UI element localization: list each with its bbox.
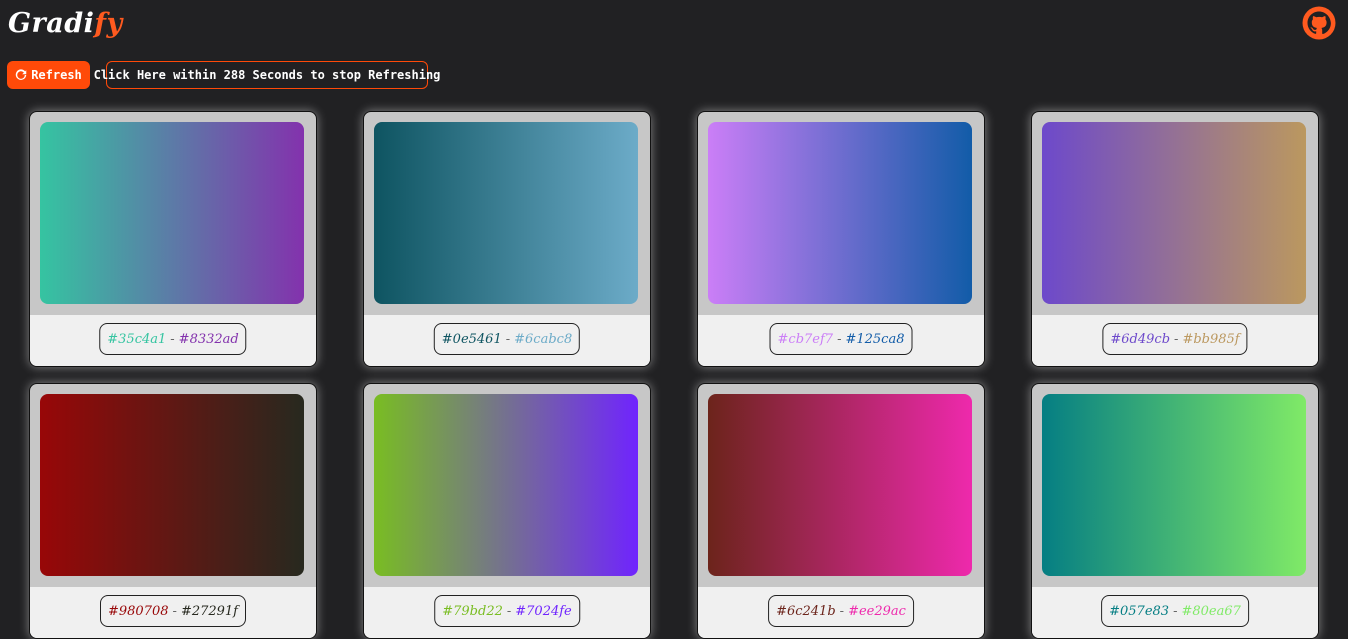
gradient-code-separator: -	[170, 331, 175, 347]
gradient-to-code: #80ea67	[1181, 603, 1241, 619]
gradient-to-code: #7024fe	[515, 603, 572, 619]
gradient-card-footer: #057e83- #80ea67	[1032, 587, 1318, 638]
gradient-code-separator: -	[1174, 331, 1179, 347]
gradient-from-code: #980708	[108, 603, 169, 619]
gradient-to-code: #ee29ac	[848, 603, 906, 619]
gradient-code-separator: -	[837, 331, 842, 347]
gradient-card[interactable]: #79bd22- #7024fe	[363, 383, 651, 639]
gradient-code-button[interactable]: #057e83- #80ea67	[1101, 595, 1249, 627]
gradient-code-button[interactable]: #6d49cb - #bb985f	[1102, 323, 1248, 355]
gradient-code-separator: -	[839, 603, 845, 619]
gradient-swatch[interactable]	[708, 394, 972, 576]
gradient-card-footer: #cb7ef7- #125ca8	[698, 315, 984, 366]
gradient-card-footer: #6c241b - #ee29ac	[698, 587, 984, 638]
gradient-from-code: #cb7ef7	[777, 331, 834, 347]
gradient-card-footer: #0e5461- #6cabc8	[364, 315, 650, 366]
gradient-code-button[interactable]: #cb7ef7- #125ca8	[769, 323, 913, 355]
gradient-card[interactable]: #cb7ef7- #125ca8	[697, 111, 985, 367]
gradient-card-footer: #79bd22- #7024fe	[364, 587, 650, 638]
gradient-swatch[interactable]	[1042, 122, 1306, 304]
gradient-swatch[interactable]	[374, 122, 638, 304]
logo-text-main: Gradi	[8, 8, 95, 39]
gradient-from-code: #35c4a1	[107, 331, 167, 347]
gradient-from-code: #79bd22	[442, 603, 503, 619]
stop-refresh-button[interactable]: Click Here within 288 Seconds to stop Re…	[94, 61, 440, 89]
gradient-code-button[interactable]: #79bd22- #7024fe	[434, 595, 580, 627]
gradient-from-code: #6d49cb	[1110, 331, 1171, 347]
gradient-card[interactable]: #057e83- #80ea67	[1031, 383, 1319, 639]
gradient-code-separator: -	[506, 603, 512, 619]
gradient-to-code: #8332ad	[178, 331, 239, 347]
gradient-card-footer: #6d49cb - #bb985f	[1032, 315, 1318, 366]
gradient-to-code: #6cabc8	[514, 331, 573, 347]
gradient-from-code: #057e83	[1109, 603, 1170, 619]
refresh-button-label: Refresh	[31, 68, 82, 82]
gradient-swatch[interactable]	[40, 394, 304, 576]
gradient-swatch[interactable]	[374, 394, 638, 576]
gradient-card[interactable]: #6d49cb - #bb985f	[1031, 111, 1319, 367]
gradient-code-button[interactable]: #6c241b - #ee29ac	[768, 595, 914, 627]
gradient-swatch[interactable]	[1042, 394, 1306, 576]
gradient-from-code: #0e5461	[441, 331, 502, 347]
gradient-code-separator: -	[505, 331, 511, 347]
gradient-card-footer: #980708- #27291f	[30, 587, 316, 638]
gradient-card[interactable]: #35c4a1- #8332ad	[29, 111, 317, 367]
gradient-card[interactable]: #980708- #27291f	[29, 383, 317, 639]
refresh-icon	[15, 69, 27, 80]
gradient-code-button[interactable]: #980708- #27291f	[100, 595, 246, 627]
app-logo[interactable]: Gradify	[8, 6, 123, 42]
gradient-swatch[interactable]	[40, 122, 304, 304]
gradient-to-code: #bb985f	[1182, 331, 1240, 347]
gradient-code-button[interactable]: #35c4a1- #8332ad	[99, 323, 247, 355]
gradient-card[interactable]: #6c241b - #ee29ac	[697, 383, 985, 639]
stop-refresh-label: Click Here within 288 Seconds to stop Re…	[93, 68, 441, 82]
gradient-card[interactable]: #0e5461- #6cabc8	[363, 111, 651, 367]
gradient-code-separator: -	[172, 603, 177, 619]
gradient-swatch[interactable]	[708, 122, 972, 304]
gradient-to-code: #27291f	[180, 603, 238, 619]
github-icon[interactable]	[1302, 6, 1336, 40]
gradient-code-button[interactable]: #0e5461- #6cabc8	[433, 323, 581, 355]
github-icon-graphic	[1302, 6, 1336, 40]
gradient-card-footer: #35c4a1- #8332ad	[30, 315, 316, 366]
refresh-button[interactable]: Refresh	[7, 61, 90, 89]
gradient-to-code: #125ca8	[845, 331, 905, 347]
gradient-from-code: #6c241b	[776, 603, 836, 619]
logo-text-accent: fy	[94, 8, 123, 39]
gradient-code-separator: -	[1173, 603, 1178, 619]
